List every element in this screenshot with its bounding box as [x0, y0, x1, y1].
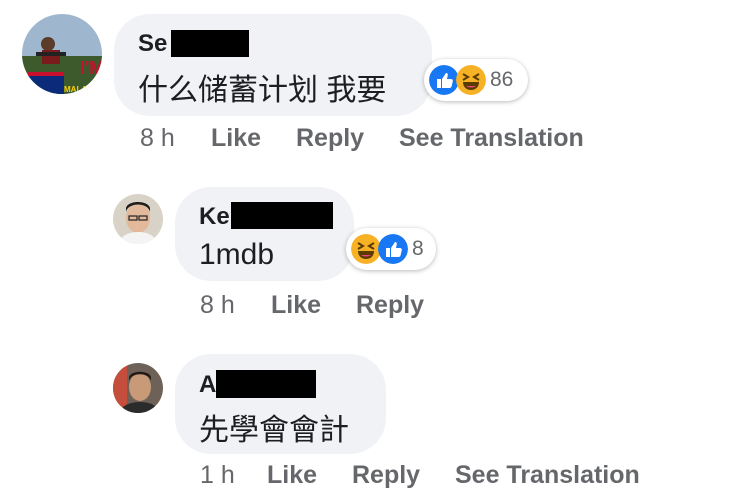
like-link[interactable]: Like: [271, 291, 321, 320]
avatar-caption: MALAYSIA: [64, 85, 102, 94]
svg-text:I'M: I'M: [80, 58, 102, 78]
reaction-count: 8: [412, 237, 424, 260]
reaction-summary[interactable]: 8: [346, 228, 436, 270]
reply-link[interactable]: Reply: [352, 461, 420, 490]
comment-time[interactable]: 1 h: [200, 461, 235, 490]
reply-link[interactable]: Reply: [356, 291, 424, 320]
comment-text: 什么储蓄计划 我要: [138, 74, 387, 107]
like-link[interactable]: Like: [211, 124, 261, 153]
redacted-name: [231, 202, 333, 229]
haha-icon: [456, 65, 486, 95]
redacted-name: [171, 30, 249, 57]
reaction-count: 86: [490, 68, 514, 91]
like-link[interactable]: Like: [267, 461, 317, 490]
like-icon: [378, 234, 408, 264]
comment-author[interactable]: A: [199, 371, 216, 399]
redacted-name: [216, 370, 316, 398]
comment-text: 1mdb: [199, 238, 275, 271]
see-translation-link[interactable]: See Translation: [455, 461, 640, 490]
reply-link[interactable]: Reply: [296, 124, 364, 153]
like-icon: [429, 65, 459, 95]
comment-time[interactable]: 8 h: [200, 291, 235, 320]
avatar[interactable]: [113, 363, 163, 413]
avatar[interactable]: I'M MALAYSIA: [22, 14, 102, 94]
comment-author[interactable]: Ke: [199, 203, 230, 231]
see-translation-link[interactable]: See Translation: [399, 124, 584, 153]
comment-time[interactable]: 8 h: [140, 124, 175, 153]
reaction-summary[interactable]: 86: [424, 59, 528, 101]
comment-text: 先學會會計: [199, 414, 349, 447]
avatar[interactable]: [113, 194, 163, 244]
haha-icon: [351, 234, 381, 264]
comment-author[interactable]: Se: [138, 30, 167, 58]
